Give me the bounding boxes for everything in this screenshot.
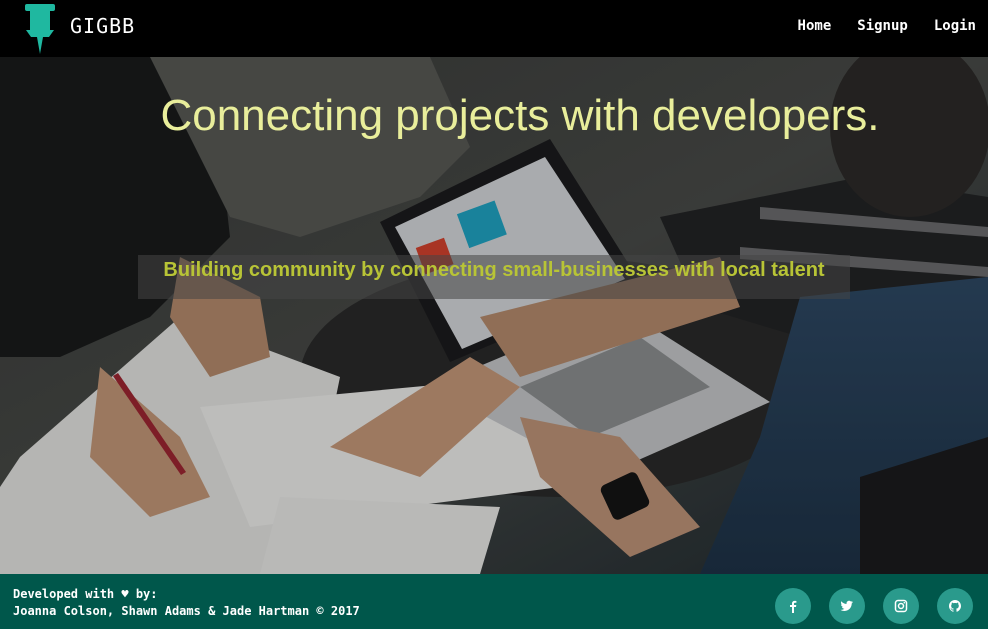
nav-signup-link[interactable]: Signup (857, 18, 908, 34)
hero-title: Connecting projects with developers. (160, 91, 880, 140)
hero-tagline: Building community by connecting small-b… (163, 259, 825, 281)
navbar: GIGBB Home Signup Login (0, 0, 988, 57)
twitter-button[interactable] (829, 588, 865, 624)
github-icon (949, 600, 961, 612)
instagram-icon (894, 599, 908, 613)
nav-login-link[interactable]: Login (934, 18, 976, 34)
footer: Developed with ♥ by: Joanna Colson, Shaw… (0, 574, 988, 629)
twitter-icon (840, 600, 853, 611)
instagram-button[interactable] (883, 588, 919, 624)
facebook-icon (790, 600, 797, 613)
credit-line-2: Joanna Colson, Shawn Adams & Jade Hartma… (13, 604, 360, 618)
social-links (775, 588, 973, 624)
nav-links: Home Signup Login (798, 18, 976, 34)
footer-credit: Developed with ♥ by: Joanna Colson, Shaw… (13, 586, 360, 620)
github-button[interactable] (937, 588, 973, 624)
pushpin-logo-icon[interactable] (22, 4, 58, 54)
credit-line-1: Developed with ♥ by: (13, 587, 158, 601)
nav-home-link[interactable]: Home (798, 18, 832, 34)
hero-section: Connecting projects with developers. Bui… (0, 57, 988, 574)
facebook-button[interactable] (775, 588, 811, 624)
brand-name[interactable]: GIGBB (70, 14, 135, 38)
